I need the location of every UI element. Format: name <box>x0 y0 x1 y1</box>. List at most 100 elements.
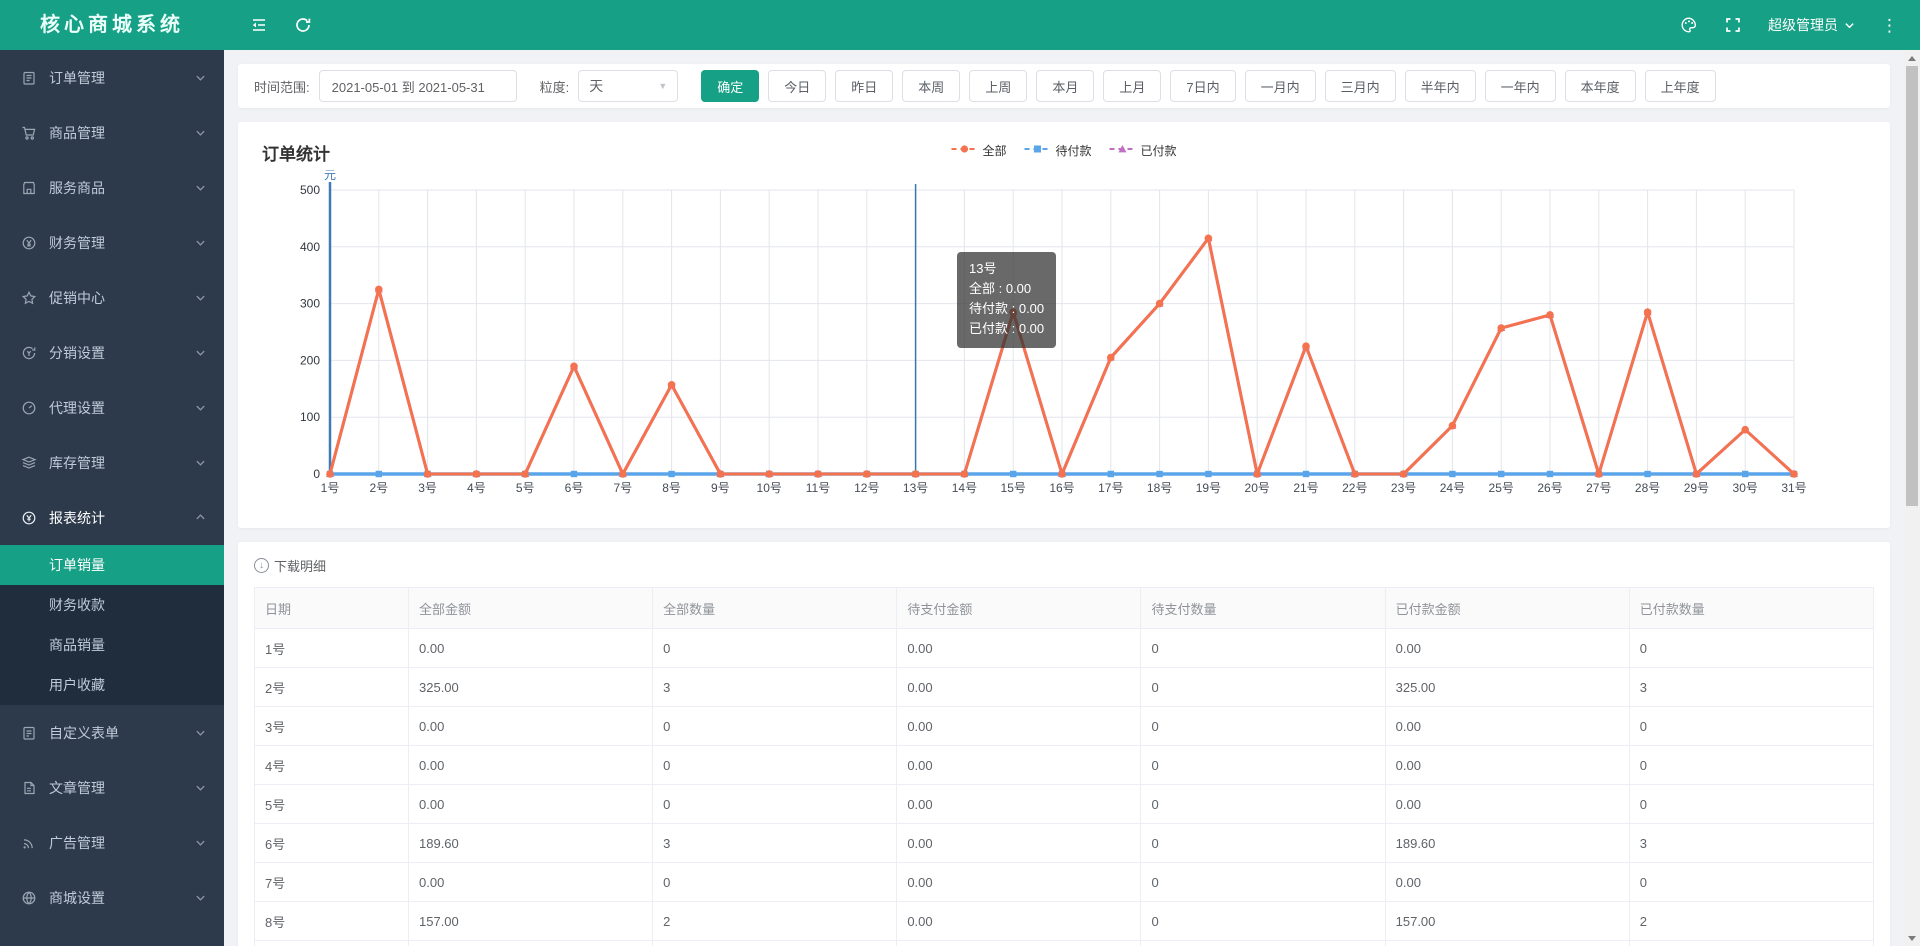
table-cell: 2 <box>1628 901 1875 941</box>
quick-range-button[interactable]: 三月内 <box>1324 70 1396 102</box>
sidebar-item-agent[interactable]: 代理设置 <box>0 380 224 435</box>
table-header-cell: 全部金额 <box>407 587 654 629</box>
table-cell: 0 <box>652 745 898 785</box>
granularity-value: 天 <box>589 78 604 94</box>
sidebar-subitem[interactable]: 订单销量 <box>0 545 224 585</box>
sidebar-subitem[interactable]: 财务收款 <box>0 585 224 625</box>
detail-table-card: ↓ 下载明细 日期 全部金额 全部数量 待支付金额 待支付数量 已付款金额 已付款数量 1号… <box>238 542 1890 946</box>
page-scrollbar[interactable] <box>1904 50 1920 946</box>
sidebar-item-label: 订单管理 <box>49 69 105 86</box>
table-row: 2号 325.00 3 0.00 0 325.00 3 <box>254 667 1875 707</box>
table-cell: 0 <box>1628 628 1875 668</box>
sidebar-collapse-icon[interactable] <box>250 16 268 34</box>
table-cell: 0.00 <box>896 706 1142 746</box>
download-detail-link[interactable]: ↓ 下载明细 <box>254 556 326 575</box>
legend-label: 全部 <box>982 144 1007 158</box>
sidebar-item-order[interactable]: 订单管理 <box>0 50 224 105</box>
fullscreen-icon[interactable] <box>1724 16 1742 34</box>
table-cell: 0 <box>652 628 898 668</box>
table-cell: 1号 <box>254 628 409 668</box>
svg-text:20号: 20号 <box>1245 481 1270 495</box>
granularity-label: 粒度: <box>539 79 570 95</box>
svg-text:100: 100 <box>300 410 320 424</box>
table-cell: 0.00 <box>896 667 1142 707</box>
svg-text:13号: 13号 <box>903 481 928 495</box>
quick-range-button[interactable]: 昨日 <box>835 70 894 102</box>
confirm-button[interactable]: 确定 <box>701 70 760 102</box>
table-cell: 157.00 <box>407 901 654 941</box>
svg-text:22号: 22号 <box>1342 481 1367 495</box>
app-logo: 核心商城系统 <box>0 0 224 50</box>
scroll-up-button[interactable] <box>1904 50 1920 66</box>
order-icon <box>20 69 38 87</box>
chevron-down-icon <box>195 727 206 738</box>
table-row: 1号 0.00 0 0.00 0 0.00 0 <box>254 628 1875 668</box>
svg-text:3号: 3号 <box>418 481 437 495</box>
filter-bar: 时间范围: 粒度: 天 ▼ 确定 今日昨日本周上周本月上月7日内一月内三月内半年… <box>238 64 1890 108</box>
sidebar-item-store[interactable]: 服务商品 <box>0 160 224 215</box>
date-range-input[interactable] <box>318 70 517 102</box>
table-cell: 7号 <box>254 862 409 902</box>
chart-legend: 全部 待付款 已付款 <box>951 142 1177 159</box>
table-cell: 3 <box>652 823 898 863</box>
quick-range-button[interactable]: 一年内 <box>1484 70 1556 102</box>
sidebar-item-distribution[interactable]: 分销设置 <box>0 325 224 380</box>
table-cell: 6号 <box>254 823 409 863</box>
svg-text:5号: 5号 <box>516 481 535 495</box>
table-cell: 3 <box>652 667 898 707</box>
sidebar-item-star[interactable]: 促销中心 <box>0 270 224 325</box>
refresh-icon[interactable] <box>294 16 312 34</box>
table-cell: 0.00 <box>896 823 1142 863</box>
chart-header: 订单统计 全部 待付款 已付款 <box>238 122 1890 170</box>
svg-text:11号: 11号 <box>806 481 830 495</box>
table-header-row: 日期 全部金额 全部数量 待支付金额 待支付数量 已付款金额 已付款数量 <box>254 587 1875 629</box>
legend-item-已付款[interactable]: 已付款 <box>1109 142 1177 159</box>
sidebar-item-inventory[interactable]: 库存管理 <box>0 435 224 490</box>
sidebar-item-ads[interactable]: 广告管理 <box>0 815 224 870</box>
sidebar-item-report[interactable]: 报表统计 <box>0 490 224 545</box>
quick-range-button[interactable]: 本周 <box>902 70 961 102</box>
form-icon <box>20 724 38 742</box>
sidebar-item-label: 库存管理 <box>49 454 105 471</box>
quick-range-button[interactable]: 上周 <box>969 70 1028 102</box>
sidebar-submenu: 订单销量 财务收款 商品销量 用户收藏 <box>0 545 224 705</box>
quick-range-button[interactable]: 上月 <box>1103 70 1162 102</box>
sidebar-item-cart[interactable]: 商品管理 <box>0 105 224 160</box>
quick-range-button[interactable]: 半年内 <box>1404 70 1476 102</box>
svg-text:元: 元 <box>324 170 336 182</box>
legend-triangle-marker <box>1109 143 1136 158</box>
user-menu[interactable]: 超级管理员 <box>1768 15 1855 35</box>
sidebar-item-mall[interactable]: 商城设置 <box>0 870 224 925</box>
table-row: 4号 0.00 0 0.00 0 0.00 0 <box>254 745 1875 785</box>
scroll-down-button[interactable] <box>1904 930 1920 946</box>
line-chart[interactable]: 0 100 200 300 400 500 元 1号 2号 3号 4号 5号 6号 7号 8号 9号 10号 11… <box>262 170 1866 504</box>
quick-range-button[interactable]: 上年度 <box>1644 70 1716 102</box>
legend-item-待付款[interactable]: 待付款 <box>1024 142 1092 159</box>
sidebar-item-article[interactable]: 文章管理 <box>0 760 224 815</box>
quick-range-button[interactable]: 7日内 <box>1170 70 1236 102</box>
table-cell: 0.00 <box>407 745 654 785</box>
quick-range-button[interactable]: 一月内 <box>1244 70 1316 102</box>
sidebar-subitem[interactable]: 用户收藏 <box>0 665 224 705</box>
granularity-select[interactable]: 天 ▼ <box>578 70 679 102</box>
scrollbar-thumb[interactable] <box>1906 66 1918 506</box>
chevron-down-icon <box>195 292 206 303</box>
agent-icon <box>20 399 38 417</box>
svg-text:10号: 10号 <box>757 481 782 495</box>
table-cell: 325.00 <box>1384 667 1630 707</box>
chart-title: 订单统计 <box>262 145 330 164</box>
sidebar-subitem[interactable]: 商品销量 <box>0 625 224 665</box>
table-cell: 0.00 <box>407 628 654 668</box>
sidebar-item-form[interactable]: 自定义表单 <box>0 705 224 760</box>
date-range-label: 时间范围: <box>254 79 310 95</box>
quick-range-button[interactable]: 今日 <box>768 70 827 102</box>
more-options-icon[interactable]: ⋮ <box>1881 17 1898 34</box>
sidebar-item-finance[interactable]: 财务管理 <box>0 215 224 270</box>
triangle-down-icon <box>1908 935 1916 941</box>
table-cell: 0.00 <box>896 628 1142 668</box>
quick-range-button[interactable]: 本月 <box>1036 70 1095 102</box>
theme-palette-icon[interactable] <box>1680 16 1698 34</box>
legend-item-全部[interactable]: 全部 <box>951 142 1006 159</box>
quick-range-button[interactable]: 本年度 <box>1564 70 1636 102</box>
sidebar-item-label: 服务商品 <box>49 179 105 196</box>
